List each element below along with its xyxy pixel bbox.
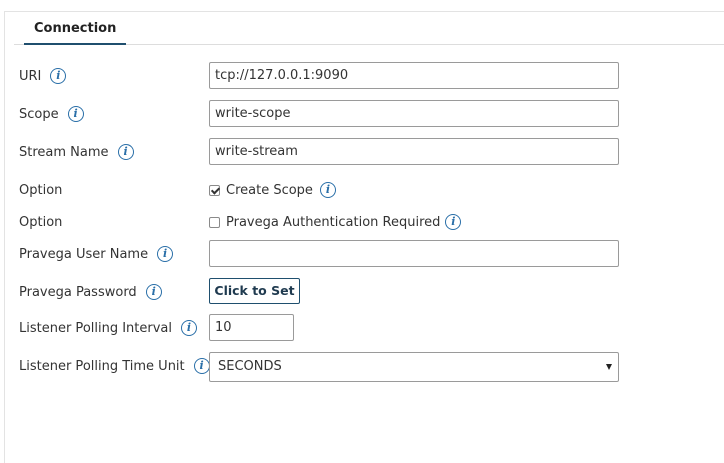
option-label-group: Option: [19, 180, 62, 200]
create-scope-label[interactable]: Create Scope: [226, 183, 313, 198]
password-label-group: Pravega Password i: [19, 282, 162, 302]
option-label-group: Option: [19, 212, 62, 232]
scope-label: Scope: [19, 106, 59, 122]
scope-label-group: Scope i: [19, 104, 84, 124]
info-icon[interactable]: i: [157, 246, 174, 262]
stream-name-input[interactable]: [209, 138, 619, 165]
scope-input[interactable]: [209, 100, 619, 127]
create-scope-checkbox[interactable]: [209, 184, 220, 196]
stream-name-label-group: Stream Name i: [19, 142, 134, 162]
polling-time-unit-label-group: Listener Polling Time Unit i: [19, 356, 210, 376]
option-label: Option: [19, 182, 63, 198]
auth-required-label[interactable]: Pravega Authentication Required: [226, 215, 440, 230]
tab-connection[interactable]: Connection: [24, 12, 127, 45]
stream-name-label: Stream Name: [19, 144, 109, 160]
set-password-button[interactable]: Click to Set: [209, 278, 300, 304]
uri-input[interactable]: [209, 62, 619, 89]
polling-interval-input[interactable]: [209, 314, 294, 341]
create-scope-option: Create Scope i: [209, 180, 336, 200]
tab-bar: Connection: [14, 12, 724, 45]
polling-time-unit-label: Listener Polling Time Unit: [19, 358, 185, 374]
password-label: Pravega Password: [19, 284, 137, 300]
polling-time-unit-value: SECONDS: [218, 359, 282, 374]
polling-time-unit-select[interactable]: SECONDS: [209, 352, 619, 382]
info-icon[interactable]: i: [50, 68, 67, 84]
info-icon[interactable]: i: [67, 106, 84, 122]
uri-label: URI: [19, 68, 42, 84]
auth-required-option: Pravega Authentication Required i: [209, 212, 462, 232]
user-name-input[interactable]: [209, 240, 619, 267]
uri-label-group: URI i: [19, 66, 67, 86]
info-icon[interactable]: i: [319, 182, 336, 198]
polling-interval-label: Listener Polling Interval: [19, 320, 173, 336]
auth-required-checkbox[interactable]: [209, 216, 220, 228]
dropdown-arrow-icon: [606, 364, 612, 370]
option-label: Option: [19, 214, 63, 230]
info-icon[interactable]: i: [445, 214, 462, 230]
user-name-label: Pravega User Name: [19, 246, 149, 262]
info-icon[interactable]: i: [117, 144, 134, 160]
user-name-label-group: Pravega User Name i: [19, 244, 174, 264]
polling-interval-label-group: Listener Polling Interval i: [19, 318, 198, 338]
info-icon[interactable]: i: [181, 320, 198, 336]
info-icon[interactable]: i: [145, 284, 162, 300]
info-icon[interactable]: i: [193, 358, 210, 374]
